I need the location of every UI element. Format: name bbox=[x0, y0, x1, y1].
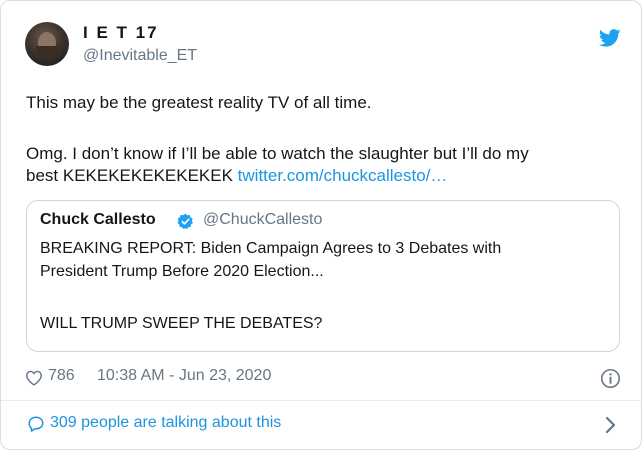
speech-bubble-icon[interactable] bbox=[27, 415, 45, 433]
avatar-beard bbox=[36, 46, 58, 60]
info-icon[interactable] bbox=[600, 368, 621, 389]
avatar[interactable] bbox=[25, 22, 69, 66]
tweet-text-line: This may be the greatest reality TV of a… bbox=[26, 93, 372, 112]
quoted-text-line: WILL TRUMP SWEEP THE DEBATES? bbox=[40, 315, 323, 332]
verified-badge-icon bbox=[177, 213, 193, 230]
author-handle[interactable]: @Inevitable_ET bbox=[83, 47, 197, 65]
tweet-text-line: best KEKEKEKEKEKEKEK twitter.com/chuckca… bbox=[26, 165, 447, 187]
tweet-link[interactable]: twitter.com/chuckcallesto/… bbox=[238, 166, 448, 185]
quoted-tweet[interactable]: Chuck Callesto @ChuckCallesto BREAKING R… bbox=[26, 200, 620, 352]
heart-icon[interactable] bbox=[25, 370, 43, 386]
tweet-text-line: Omg. I don’t know if I’ll be able to wat… bbox=[26, 144, 529, 163]
embedded-tweet-card: I E T 17 @Inevitable_ET This may be the … bbox=[0, 0, 642, 450]
divider bbox=[1, 400, 641, 401]
chevron-right-icon[interactable] bbox=[604, 416, 616, 434]
twitter-bird-icon[interactable] bbox=[599, 29, 621, 47]
like-count[interactable]: 786 bbox=[48, 367, 75, 385]
quoted-text-line: President Trump Before 2020 Election... bbox=[40, 263, 324, 280]
conversation-link[interactable]: 309 people are talking about this bbox=[50, 414, 281, 432]
tweet-timestamp[interactable]: 10:38 AM - Jun 23, 2020 bbox=[97, 367, 271, 385]
quoted-author-handle: @ChuckCallesto bbox=[203, 211, 323, 228]
tweet-text-segment: best KEKEKEKEKEKEKEK bbox=[26, 166, 238, 185]
author-name[interactable]: I E T 17 bbox=[83, 23, 159, 43]
quoted-text-line: BREAKING REPORT: Biden Campaign Agrees t… bbox=[40, 240, 502, 257]
quoted-author-name: Chuck Callesto bbox=[40, 211, 156, 228]
